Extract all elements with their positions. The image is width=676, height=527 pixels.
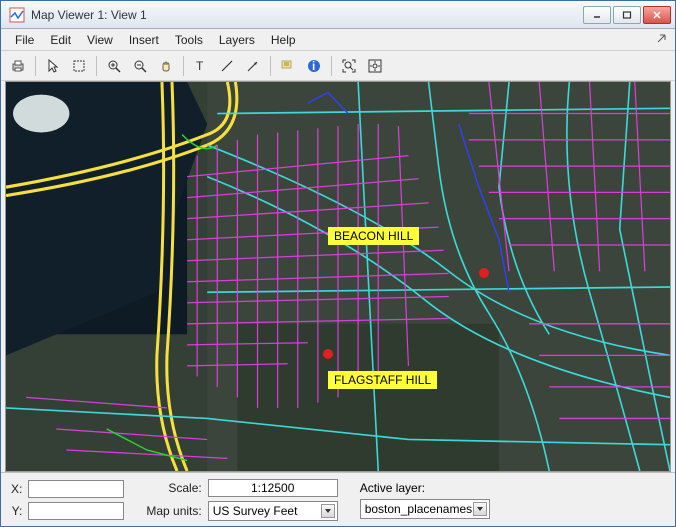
dock-toggle-icon[interactable] xyxy=(655,32,669,46)
menubar: File Edit View Insert Tools Layers Help xyxy=(1,29,675,51)
scale-field[interactable]: 1:12500 xyxy=(208,479,338,497)
svg-text:i: i xyxy=(312,59,315,73)
menu-tools[interactable]: Tools xyxy=(167,31,211,49)
window-title: Map Viewer 1: View 1 xyxy=(31,8,581,22)
line-tool-button[interactable] xyxy=(216,55,238,77)
arrow-tool-button[interactable] xyxy=(242,55,264,77)
x-label: X: xyxy=(11,482,22,496)
map-label-beacon: BEACON HILL xyxy=(328,227,419,245)
svg-text:T: T xyxy=(196,59,204,73)
active-layer-group: Active layer: boston_placenames xyxy=(360,481,490,519)
print-button[interactable] xyxy=(7,55,29,77)
menu-file[interactable]: File xyxy=(7,31,42,49)
active-layer-value: boston_placenames xyxy=(365,502,472,516)
maximize-button[interactable] xyxy=(613,6,641,24)
toolbar-separator xyxy=(183,56,184,76)
app-window: Map Viewer 1: View 1 File Edit View Inse… xyxy=(0,0,676,527)
pan-button[interactable] xyxy=(155,55,177,77)
map-canvas[interactable]: BEACON HILL FLAGSTAFF HILL xyxy=(5,81,671,472)
minimize-button[interactable] xyxy=(583,6,611,24)
toolbar: T i xyxy=(1,51,675,81)
annotate-button[interactable] xyxy=(277,55,299,77)
marquee-select-button[interactable] xyxy=(68,55,90,77)
menu-edit[interactable]: Edit xyxy=(42,31,79,49)
close-button[interactable] xyxy=(643,6,671,24)
toolbar-separator xyxy=(331,56,332,76)
active-layer-select[interactable]: boston_placenames xyxy=(360,499,490,519)
toolbar-separator xyxy=(270,56,271,76)
active-layer-label: Active layer: xyxy=(360,481,490,495)
map-marker-beacon xyxy=(479,268,489,278)
zoom-out-button[interactable] xyxy=(129,55,151,77)
x-field[interactable] xyxy=(28,480,124,498)
zoom-in-button[interactable] xyxy=(103,55,125,77)
y-field[interactable] xyxy=(28,502,124,520)
scale-label: Scale: xyxy=(146,481,201,495)
status-bar: X: Y: Scale: 1:12500 Map units: US Surve… xyxy=(1,472,675,526)
info-button[interactable]: i xyxy=(303,55,325,77)
zoom-extent-button[interactable] xyxy=(338,55,360,77)
units-value: US Survey Feet xyxy=(213,504,298,518)
titlebar: Map Viewer 1: View 1 xyxy=(1,1,675,29)
map-svg xyxy=(6,82,670,471)
app-icon xyxy=(9,7,25,23)
toolbar-separator xyxy=(35,56,36,76)
chevron-down-icon xyxy=(473,502,487,516)
units-select[interactable]: US Survey Feet xyxy=(208,501,338,521)
toolbar-separator xyxy=(96,56,97,76)
map-marker-flagstaff xyxy=(323,349,333,359)
units-label: Map units: xyxy=(146,504,201,518)
menu-help[interactable]: Help xyxy=(263,31,304,49)
menu-insert[interactable]: Insert xyxy=(121,31,167,49)
coords-group: X: Y: xyxy=(11,480,124,520)
map-label-flagstaff: FLAGSTAFF HILL xyxy=(328,371,437,389)
pointer-button[interactable] xyxy=(42,55,64,77)
scale-group: Scale: 1:12500 Map units: US Survey Feet xyxy=(146,479,337,521)
text-tool-button[interactable]: T xyxy=(190,55,212,77)
menu-layers[interactable]: Layers xyxy=(211,31,263,49)
zoom-window-button[interactable] xyxy=(364,55,386,77)
chevron-down-icon xyxy=(321,504,335,518)
y-label: Y: xyxy=(11,504,22,518)
menu-view[interactable]: View xyxy=(79,31,121,49)
